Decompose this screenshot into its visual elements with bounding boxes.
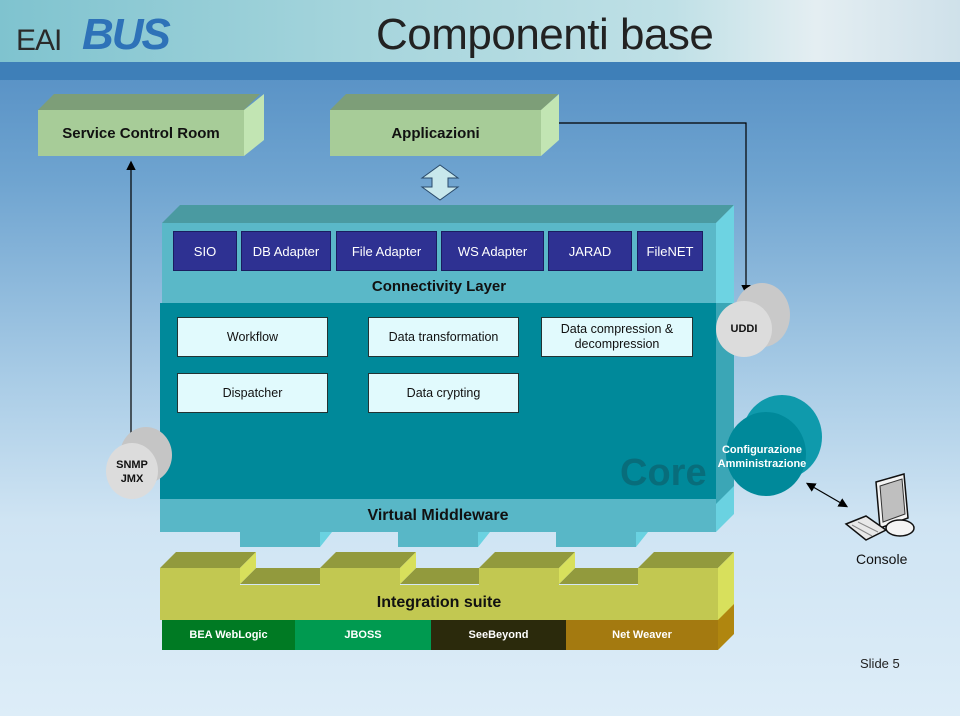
- computer-console-icon: [844, 473, 915, 541]
- vm-peg: [398, 532, 478, 547]
- scr-box-top: [38, 94, 260, 110]
- config-label-line2: Amministrazione: [717, 458, 807, 470]
- double-arrow-icon: [420, 164, 460, 201]
- uddi-label: UDDI: [730, 323, 758, 335]
- vm-peg: [556, 532, 636, 547]
- config-label-line1: Configurazione: [721, 444, 803, 456]
- console-label: Console: [856, 551, 908, 567]
- vm-peg: [240, 532, 320, 547]
- connectivity-layer-top: [162, 205, 734, 223]
- service-data-transformation: Data transformation: [368, 317, 519, 357]
- snmp-label-line2: JMX: [120, 473, 144, 485]
- product-seebeyond: SeeBeyond: [431, 620, 566, 650]
- core-label: Core: [620, 452, 707, 494]
- service-data-crypting: Data crypting: [368, 373, 519, 413]
- adapter-db: DB Adapter: [241, 231, 331, 271]
- adapter-filenet: FileNET: [637, 231, 703, 271]
- connectivity-layer-label: Connectivity Layer: [371, 278, 507, 295]
- app-box-top: [330, 94, 558, 110]
- service-data-compression: Data compression & decompression: [541, 317, 693, 357]
- adapter-sio: SIO: [173, 231, 237, 271]
- service-workflow: Workflow: [177, 317, 328, 357]
- config-label: Configurazione Amministrazione: [712, 443, 812, 471]
- virtual-middleware-label: Virtual Middleware: [367, 507, 509, 524]
- product-net-weaver: Net Weaver: [566, 620, 718, 650]
- service-control-room-box: Service Control Room: [38, 110, 244, 156]
- integration-suite-label: Integration suite: [376, 594, 502, 611]
- adapter-jarad: JARAD: [548, 231, 632, 271]
- product-jboss: JBOSS: [295, 620, 431, 650]
- slide-number: Slide 5: [860, 656, 900, 671]
- service-dispatcher: Dispatcher: [177, 373, 328, 413]
- snmp-label-line1: SNMP: [116, 459, 148, 471]
- adapter-file: File Adapter: [336, 231, 437, 271]
- snmp-label: SNMP JMX: [106, 458, 158, 486]
- applicazioni-box: Applicazioni: [330, 110, 541, 156]
- product-bea-weblogic: BEA WebLogic: [162, 620, 295, 650]
- adapter-ws: WS Adapter: [441, 231, 544, 271]
